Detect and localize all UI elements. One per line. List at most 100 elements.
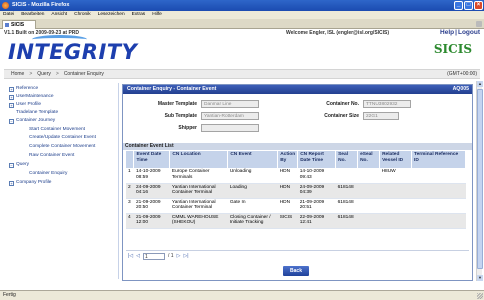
cell-terminal-reference-id <box>411 168 466 184</box>
status-text: Fertig <box>3 292 16 298</box>
first-page-icon[interactable]: |◁ <box>128 253 133 259</box>
scroll-down-icon[interactable]: ▼ <box>477 275 483 281</box>
collapse-icon[interactable]: − <box>9 162 14 168</box>
cell-cn-location: CMML WAREHOUSE (SHEKOU) <box>169 213 228 229</box>
last-page-icon[interactable]: ▷| <box>183 253 188 259</box>
cell-related-vessel-id <box>379 183 412 199</box>
sidebar-item-raw-container-event[interactable]: Raw Container Event <box>29 153 74 159</box>
logout-link[interactable]: Logout <box>458 29 480 36</box>
sidebar-item-container-journey[interactable]: − Container Journey <box>9 118 55 124</box>
expand-icon[interactable]: + <box>9 102 14 108</box>
page-icon <box>5 23 9 27</box>
page-number-input[interactable]: 1 <box>143 252 166 260</box>
cell-action-by: SICIS <box>277 213 298 229</box>
cell-event-date-time: 24-09-2009 04:16 <box>133 183 170 199</box>
sidebar-item-complete-container-movement[interactable]: Complete Container Movement <box>29 144 95 150</box>
window-controls: _ □ × <box>454 1 483 10</box>
col-header-eseal-no: eSeal No. <box>357 151 381 168</box>
menu-extras[interactable]: Extras <box>132 11 146 19</box>
shipper-field <box>201 124 259 132</box>
table-header-row: Event Date Time CN Location CN Event Act… <box>126 151 466 168</box>
expand-icon[interactable]: + <box>9 86 14 92</box>
cell-related-vessel-id <box>379 198 412 214</box>
link-separator: | <box>455 29 457 36</box>
cell-index: 2 <box>126 183 134 199</box>
sidebar-item-usermaintenance[interactable]: + UserMaintenance <box>9 94 54 100</box>
col-header-related-vessel-id: Related Vessel ID <box>379 151 413 168</box>
next-page-icon[interactable]: ▷ <box>177 253 181 259</box>
container-no-field: TTNU3802932 <box>363 100 411 108</box>
sidebar-item-reference[interactable]: + Reference <box>9 86 38 92</box>
sicis-logo: SICIS <box>433 42 472 56</box>
collapse-icon[interactable]: − <box>9 118 14 124</box>
expand-icon[interactable]: + <box>9 94 14 100</box>
table-row[interactable]: 1 14-10-2009 08:59 Europe Container Term… <box>126 168 466 184</box>
maximize-icon[interactable]: □ <box>464 1 473 10</box>
window-title: SICIS - Mozilla Firefox <box>12 2 70 8</box>
sidebar-item-company-profile[interactable]: + Company Profile <box>9 180 51 186</box>
status-bar: Fertig <box>0 290 484 300</box>
table-row[interactable]: 3 21-09-2009 20:50 Yantian International… <box>126 198 466 214</box>
title-bar: SICIS - Mozilla Firefox _ □ × <box>0 0 484 11</box>
cell-cn-location: Yantian International Container Terminal <box>169 183 228 199</box>
menu-bearbeiten[interactable]: Bearbeiten <box>21 11 44 19</box>
cell-cn-event: Closing Container / Initiate Tracking <box>227 213 278 229</box>
scroll-thumb[interactable] <box>477 89 483 269</box>
close-icon[interactable]: × <box>474 1 483 10</box>
sidebar-item-create-update-container-event[interactable]: Create/Update Container Event <box>29 135 96 141</box>
cell-seal-no: 618148 <box>335 213 358 229</box>
scroll-up-icon[interactable]: ▲ <box>477 81 483 87</box>
cell-cn-event: Unloading <box>227 168 278 184</box>
logo-swoosh <box>32 35 87 44</box>
col-header-event-date-time: Event Date Time <box>133 151 171 168</box>
page-scrollbar[interactable]: ▲ ▼ <box>476 81 483 281</box>
tab-label: SICIS <box>11 22 25 28</box>
cell-index: 4 <box>126 213 134 229</box>
col-header-action-by: Action By <box>277 151 299 168</box>
breadcrumb: Home > Query > Container Enquiry (GMT+00… <box>4 69 480 79</box>
sidebar-item-query[interactable]: − Query <box>9 162 29 168</box>
resize-grip-icon[interactable] <box>477 293 483 299</box>
breadcrumb-home[interactable]: Home <box>11 71 24 77</box>
menu-ansicht[interactable]: Ansicht <box>51 11 67 19</box>
col-header-index <box>126 151 135 168</box>
firefox-icon <box>2 2 9 9</box>
breadcrumb-separator: > <box>29 71 33 77</box>
table-row[interactable]: 4 21-09-2009 12:00 CMML WAREHOUSE (SHEKO… <box>126 213 466 229</box>
sub-template-label: Sub Template <box>164 113 197 119</box>
sidebar-item-container-enquiry[interactable]: Container Enquiry <box>29 171 67 177</box>
breadcrumb-query[interactable]: Query <box>37 71 51 77</box>
cell-cn-report-date-time: 14-10-2009 09:43 <box>297 168 336 184</box>
sidebar-item-start-container-movement[interactable]: Start Container Movement <box>29 127 85 133</box>
screen-code: AQ005 <box>452 86 469 92</box>
panel-header: Container Enquiry - Container Event AQ00… <box>123 85 472 94</box>
tab-bar: SICIS <box>0 19 484 29</box>
cell-terminal-reference-id <box>411 213 466 229</box>
shipper-label: Shipper <box>178 125 197 131</box>
cell-seal-no: 618148 <box>335 183 358 199</box>
help-link[interactable]: Help <box>440 29 454 36</box>
cell-terminal-reference-id <box>411 198 466 214</box>
menu-chronik[interactable]: Chronik <box>74 11 91 19</box>
sidebar-item-user-profile[interactable]: + User Profile <box>9 102 41 108</box>
cell-event-date-time: 21-09-2009 20:50 <box>133 198 170 214</box>
table-row[interactable]: 2 24-09-2009 04:16 Yantian International… <box>126 183 466 199</box>
cell-eseal-no <box>357 198 380 214</box>
col-header-seal-no: Seal No. <box>335 151 359 168</box>
tab-sicis[interactable]: SICIS <box>2 20 36 29</box>
cell-cn-report-date-time: 22-09-2009 12:41 <box>297 213 336 229</box>
cell-related-vessel-id: H8UW <box>379 168 412 184</box>
expand-icon[interactable]: + <box>9 180 14 186</box>
menu-lesezeichen[interactable]: Lesezeichen <box>98 11 125 19</box>
minimize-icon[interactable]: _ <box>454 1 463 10</box>
menu-datei[interactable]: Datei <box>3 11 14 19</box>
tab-list-icon[interactable] <box>476 21 482 27</box>
back-button[interactable]: Back <box>283 266 309 276</box>
master-template-field: Danmar Line <box>201 100 259 108</box>
sidebar-item-tradelane-template[interactable]: Tradelane Template <box>16 110 58 116</box>
prev-page-icon[interactable]: ◁ <box>136 253 140 259</box>
cell-action-by: HDN <box>277 198 298 214</box>
menu-hilfe[interactable]: Hilfe <box>152 11 162 19</box>
event-list-label: Container Event List <box>123 143 472 150</box>
container-size-field: 22G1 <box>363 112 399 120</box>
